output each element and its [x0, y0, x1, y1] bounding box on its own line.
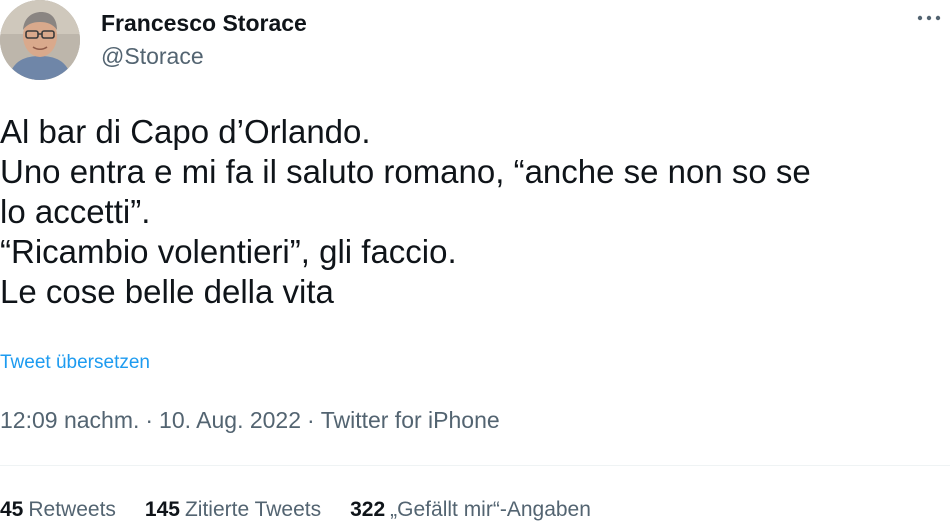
- tweet-text-line: Le cose belle della vita: [0, 273, 334, 310]
- tweet-text: Al bar di Capo d’Orlando. Uno entra e mi…: [0, 112, 950, 312]
- more-options-button[interactable]: [914, 6, 944, 30]
- tweet-text-line: “Ricambio volentieri”, gli faccio.: [0, 233, 457, 270]
- likes-count: 322: [350, 498, 386, 521]
- tweet-text-line: Uno entra e mi fa il saluto romano, “anc…: [0, 153, 811, 190]
- likes-label: „Gefällt mir“-Angaben: [390, 498, 591, 521]
- retweets-stat[interactable]: 45 Retweets: [0, 496, 116, 524]
- tweet-metadata: 12:09 nachm. · 10. Aug. 2022 · Twitter for i…: [0, 405, 500, 435]
- likes-stat[interactable]: 322 „Gefällt mir“-Angaben: [350, 496, 591, 524]
- meta-separator: ·: [145, 407, 154, 433]
- tweet-source[interactable]: Twitter for iPhone: [321, 407, 500, 433]
- tweet-date[interactable]: 10. Aug. 2022: [159, 407, 301, 433]
- tweet-stats: 45 Retweets 145 Zitierte Tweets 322 „Gefällt …: [0, 496, 620, 524]
- avatar-image: [0, 0, 80, 80]
- tweet-time[interactable]: 12:09 nachm.: [0, 407, 139, 433]
- author-display-name[interactable]: Francesco Storace: [101, 9, 307, 37]
- translate-tweet-link[interactable]: Tweet übersetzen: [0, 351, 150, 375]
- quote-tweets-label: Zitierte Tweets: [184, 498, 322, 521]
- tweet-text-line: lo accetti”.: [0, 193, 151, 230]
- author-handle[interactable]: @Storace: [101, 42, 204, 70]
- divider: [0, 465, 950, 466]
- avatar[interactable]: [0, 0, 80, 80]
- quote-tweets-count: 145: [144, 498, 180, 521]
- retweets-count: 45: [0, 498, 24, 521]
- tweet-text-line: Al bar di Capo d’Orlando.: [0, 113, 371, 150]
- more-horizontal-icon: [917, 15, 941, 21]
- quote-tweets-stat[interactable]: 145 Zitierte Tweets: [145, 496, 321, 524]
- retweets-label: Retweets: [28, 498, 116, 521]
- meta-separator: ·: [307, 407, 315, 433]
